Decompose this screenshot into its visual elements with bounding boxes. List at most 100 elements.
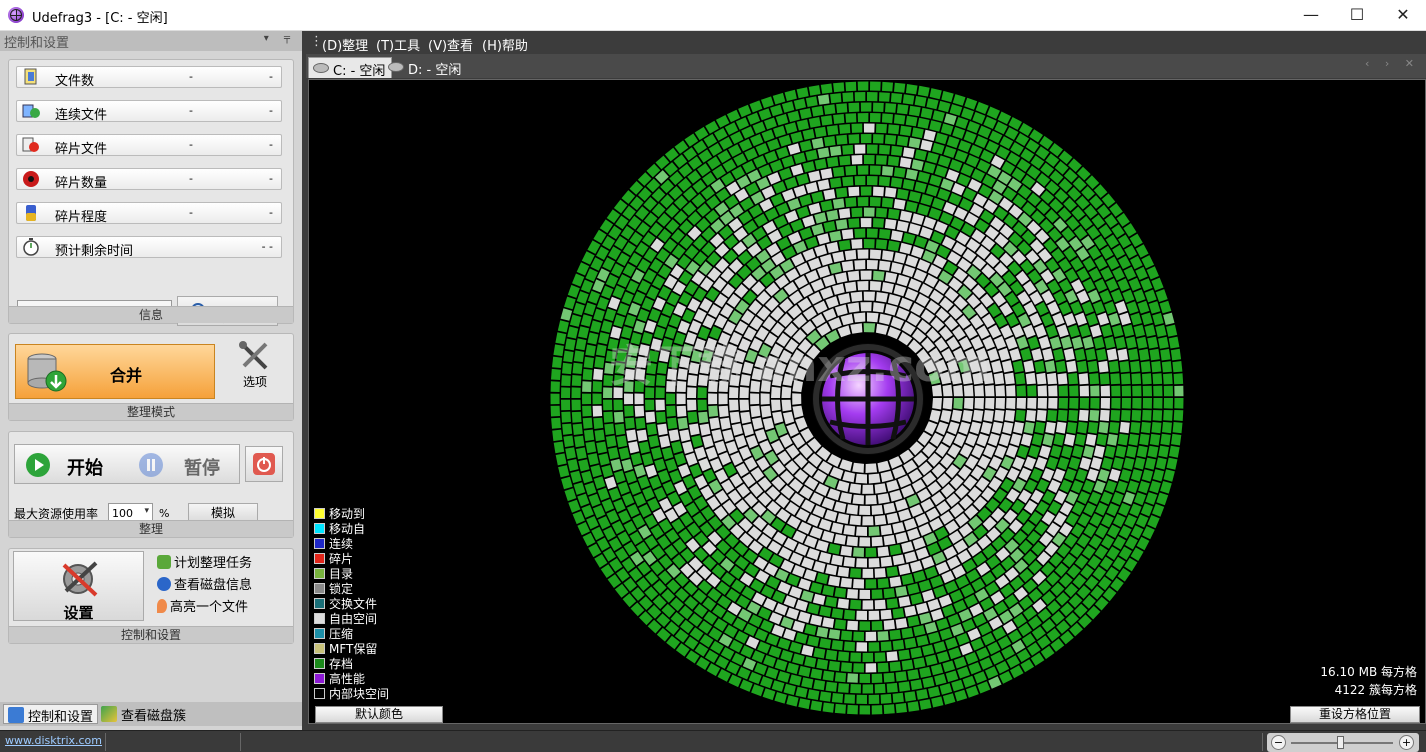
cluster-cell xyxy=(792,620,805,633)
cluster-cell xyxy=(870,113,881,123)
cluster-cell xyxy=(877,546,890,557)
cluster-cell xyxy=(823,104,836,115)
cluster-cell xyxy=(865,579,877,589)
cluster-cell xyxy=(928,686,941,698)
cluster-cell xyxy=(856,694,867,704)
cluster-cell xyxy=(823,221,836,233)
cluster-cell xyxy=(567,326,579,339)
cluster-cell xyxy=(1023,421,1035,434)
cluster-cell xyxy=(565,338,576,351)
info-label: 预计剩余时间 xyxy=(55,244,134,259)
zoom-out-button[interactable]: − xyxy=(1271,735,1286,750)
tab-control-settings[interactable]: 控制和设置 xyxy=(3,704,99,725)
cluster-cell xyxy=(808,117,821,128)
cluster-cell xyxy=(904,288,919,301)
menu-view[interactable]: (V)查看 xyxy=(428,35,473,54)
cluster-cell xyxy=(795,417,808,431)
cluster-cell xyxy=(679,429,691,442)
cluster-cell xyxy=(930,575,944,588)
reset-grid-button[interactable]: 重设方格位置 xyxy=(1290,706,1420,723)
cluster-cell xyxy=(726,109,741,123)
legend-label: 压缩 xyxy=(329,627,354,641)
link-label: 高亮一个文件 xyxy=(170,600,249,615)
cluster-cell xyxy=(1053,468,1066,482)
minimize-button[interactable]: — xyxy=(1288,0,1334,30)
menu-help[interactable]: (H)帮助 xyxy=(482,35,528,54)
cluster-cell xyxy=(964,398,974,410)
settings-group: 设置 计划整理任务 查看磁盘信息 高亮一个文件 控制和设置 xyxy=(8,548,294,644)
cluster-cell xyxy=(883,619,895,630)
settings-button[interactable]: 设置 xyxy=(13,551,144,622)
cluster-cell xyxy=(1136,336,1148,349)
cluster-cell xyxy=(1074,312,1087,326)
cluster-cell xyxy=(935,421,949,436)
cluster-cell xyxy=(1149,480,1161,494)
cluster-cell xyxy=(613,399,623,411)
cluster-cell xyxy=(1100,491,1113,505)
cluster-cell xyxy=(808,257,822,270)
cluster-cell xyxy=(1170,348,1182,361)
cluster-cell xyxy=(1053,348,1065,361)
start-button[interactable]: 开始 xyxy=(15,445,128,483)
legend-swatch xyxy=(314,523,325,534)
tab-drive-c[interactable]: C: - 空闲 xyxy=(308,57,393,79)
maximize-button[interactable]: ☐ xyxy=(1334,0,1380,30)
cluster-cell xyxy=(793,240,807,254)
website-link[interactable]: www.disktrix.com xyxy=(5,734,102,747)
control-panel: 控制和设置 ▾ ╤ 文件数 - - 连续文件 - - 碎片文件 - - 碎片数量… xyxy=(0,31,302,730)
panel-pin-icon[interactable]: ▾ ╤ xyxy=(264,33,296,44)
cluster-cell xyxy=(778,134,792,147)
legend-label: 移动自 xyxy=(329,522,366,536)
cluster-cell xyxy=(888,124,900,135)
cluster-cell xyxy=(847,270,860,281)
pause-button[interactable]: 暂停 xyxy=(128,445,241,483)
default-colors-button[interactable]: 默认颜色 xyxy=(315,706,443,723)
cluster-cell xyxy=(1142,373,1152,385)
cluster-cell xyxy=(889,661,901,672)
cluster-cell xyxy=(820,83,833,94)
cluster-cell xyxy=(920,139,933,151)
cluster-cell xyxy=(1037,385,1047,397)
schedule-task-link[interactable]: 计划整理任务 xyxy=(157,552,252,571)
tab-close-icon[interactable]: ‹ › ✕ xyxy=(1365,57,1420,70)
menu-tools[interactable]: (T)工具 xyxy=(376,35,420,54)
cluster-cell xyxy=(598,453,610,466)
legend-swatch xyxy=(314,643,325,654)
highlight-file-link[interactable]: 高亮一个文件 xyxy=(157,596,248,615)
cluster-cell xyxy=(1046,372,1057,385)
cluster-cell xyxy=(836,480,850,492)
cluster-cell xyxy=(814,158,827,170)
tab-drive-d[interactable]: D: - 空闲 xyxy=(384,57,467,78)
cluster-cell xyxy=(895,618,908,629)
zoom-in-button[interactable]: + xyxy=(1399,735,1414,750)
cluster-cell xyxy=(596,441,607,454)
zoom-slider[interactable]: − + xyxy=(1267,733,1419,752)
cluster-cell xyxy=(571,399,581,411)
cluster-cell xyxy=(571,375,582,386)
cluster-cell xyxy=(829,262,842,274)
cluster-cell xyxy=(687,399,697,411)
cluster-map[interactable]: 安下载 anxz.com 移动到 移动自 连续 碎片 目录 锁定 交换文件 自由空间 压缩 MFT… xyxy=(308,79,1426,724)
cluster-cell xyxy=(1059,479,1073,493)
zoom-thumb[interactable] xyxy=(1337,736,1344,749)
disk-info-link[interactable]: 查看磁盘信息 xyxy=(157,574,252,593)
cluster-cell xyxy=(860,134,872,144)
cluster-cell xyxy=(874,652,886,662)
cluster-cell xyxy=(592,279,605,293)
cluster-cell xyxy=(841,260,854,272)
cluster-cell xyxy=(930,609,944,621)
cluster-cell xyxy=(814,126,827,138)
merge-mode-button[interactable]: 合并 xyxy=(15,344,215,399)
cluster-cell xyxy=(786,607,800,620)
cluster-cell xyxy=(677,417,688,430)
stop-button[interactable] xyxy=(245,446,283,482)
options-button[interactable]: 选项 xyxy=(235,340,275,390)
cluster-cell xyxy=(604,476,617,490)
drive-tabs: C: - 空闲 D: - 空闲 ‹ › ✕ xyxy=(306,54,1426,79)
close-button[interactable]: ✕ xyxy=(1380,0,1426,30)
menu-defrag[interactable]: (D)整理 xyxy=(322,35,368,54)
tab-cluster-view[interactable]: 查看磁盘簇 xyxy=(97,704,190,724)
cluster-cell xyxy=(820,286,834,300)
cluster-cell xyxy=(593,308,605,322)
cluster-cell xyxy=(697,399,707,411)
